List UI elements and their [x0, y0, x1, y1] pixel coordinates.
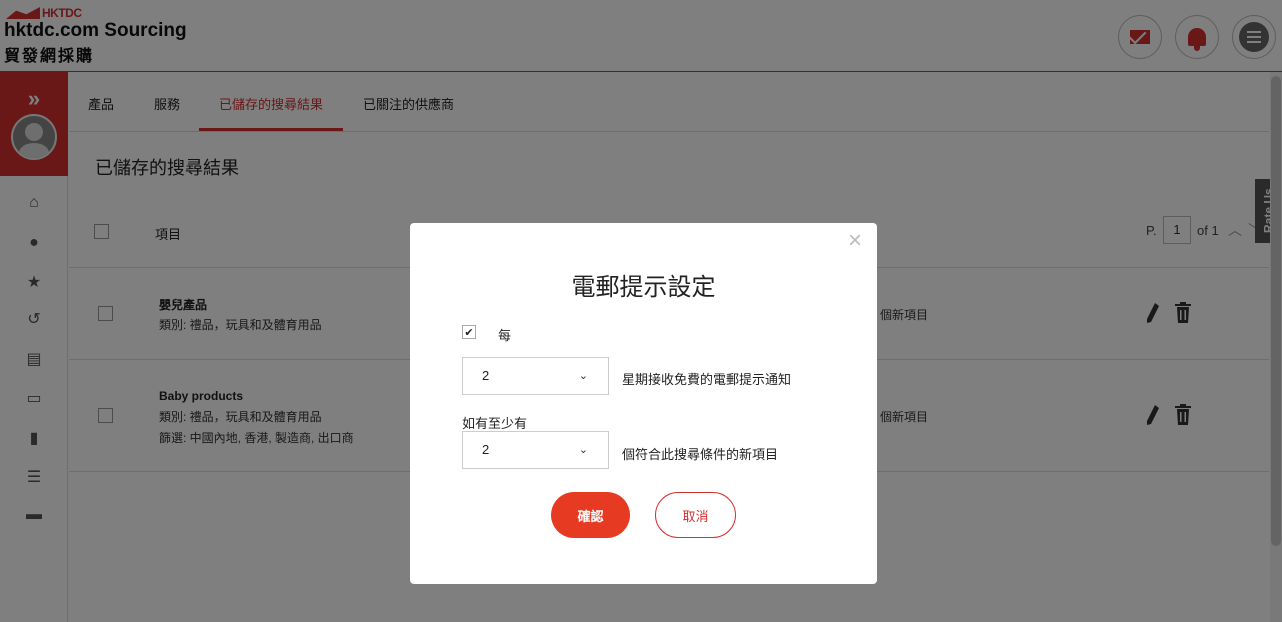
close-icon[interactable]: ×: [848, 229, 862, 253]
chevron-down-icon: ⌄: [578, 370, 588, 382]
weeks-select[interactable]: 2 ⌄: [462, 357, 609, 395]
items-count-select-value: 2: [482, 442, 490, 457]
every-checkbox[interactable]: ✔: [462, 325, 476, 339]
items-count-description: 個符合此搜尋條件的新項目: [622, 447, 779, 462]
every-label: 每: [498, 328, 512, 343]
email-alert-settings-dialog: × 電郵提示設定 ✔ 每 2 ⌄ 星期接收免費的電郵提示通知 如有至少有 2 ⌄…: [410, 223, 877, 584]
cancel-button[interactable]: 取消: [655, 492, 736, 538]
items-count-select[interactable]: 2 ⌄: [462, 431, 609, 469]
minimum-items-label: 如有至少有: [462, 416, 528, 431]
confirm-button[interactable]: 確認: [551, 492, 630, 538]
weeks-description: 星期接收免費的電郵提示通知: [622, 372, 792, 387]
chevron-down-icon: ⌄: [578, 444, 588, 456]
dialog-title: 電郵提示設定: [571, 274, 716, 301]
weeks-select-value: 2: [482, 368, 490, 383]
